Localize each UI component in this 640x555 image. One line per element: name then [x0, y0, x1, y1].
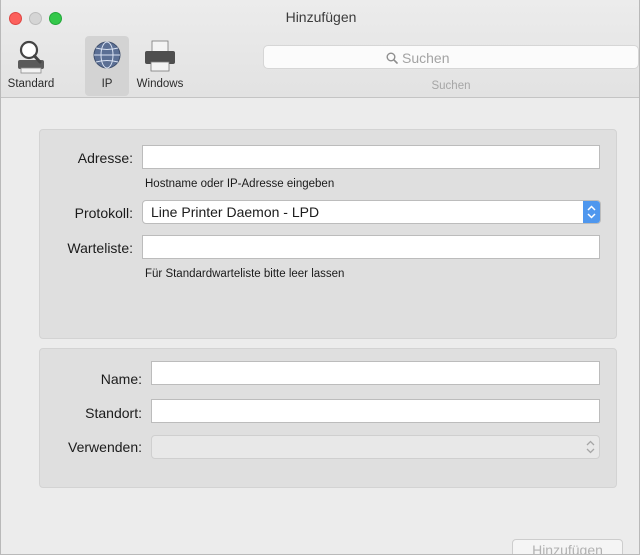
search-input[interactable]: Suchen — [263, 45, 639, 69]
printer-icon — [145, 40, 175, 72]
use-label: Verwenden: — [68, 439, 142, 455]
select-arrows-icon — [583, 201, 600, 223]
magnifier-printer-icon — [18, 40, 44, 74]
tool-windows[interactable]: Windows — [131, 36, 189, 96]
address-label: Adresse: — [77, 150, 133, 166]
name-label: Name: — [100, 371, 142, 387]
tool-ip-label: IP — [101, 78, 113, 90]
location-label: Standort: — [85, 405, 142, 421]
address-hint: Hostname oder IP-Adresse eingeben — [145, 178, 335, 190]
queue-label: Warteliste: — [67, 240, 133, 256]
location-field[interactable] — [151, 399, 600, 423]
globe-icon — [93, 41, 121, 69]
tool-standard-label: Standard — [7, 78, 55, 90]
tool-windows-label: Windows — [136, 78, 184, 90]
queue-hint: Für Standardwarteliste bitte leer lassen — [145, 268, 345, 280]
protocol-select[interactable]: Line Printer Daemon - LPD — [142, 200, 601, 224]
search-caption: Suchen — [431, 80, 471, 92]
add-printer-window: Hinzufügen Standard IP Windows Suchen Su… — [0, 0, 640, 555]
name-field[interactable] — [151, 361, 600, 385]
queue-field[interactable] — [142, 235, 600, 259]
select-arrows-icon — [582, 436, 599, 458]
window-title: Hinzufügen — [285, 9, 357, 25]
toolbar: Hinzufügen Standard IP Windows Suchen Su… — [1, 0, 639, 98]
tool-ip[interactable]: IP — [85, 36, 129, 96]
protocol-label: Protokoll: — [74, 205, 133, 221]
search-icon — [386, 52, 398, 64]
add-button[interactable]: Hinzufügen — [512, 539, 623, 554]
address-field[interactable] — [142, 145, 600, 169]
search-placeholder: Suchen — [402, 50, 450, 66]
tool-standard[interactable]: Standard — [5, 36, 57, 96]
use-select[interactable] — [151, 435, 600, 459]
protocol-value: Line Printer Daemon - LPD — [151, 204, 320, 220]
